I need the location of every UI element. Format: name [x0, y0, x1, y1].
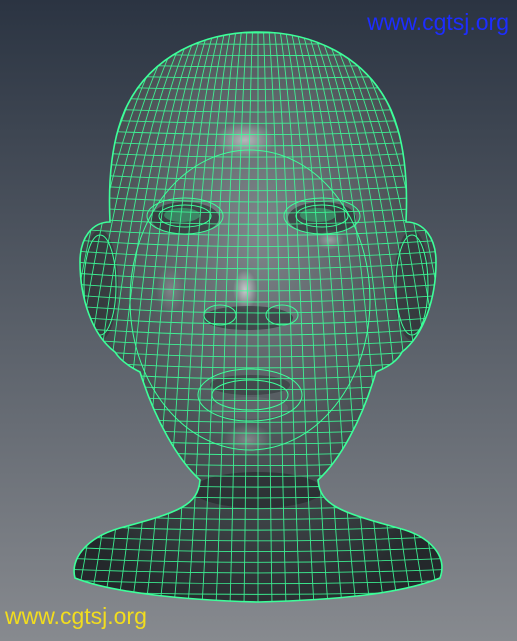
watermark-top-right: www.cgtsj.org	[367, 9, 509, 35]
chin-highlight	[223, 424, 273, 456]
watermark-bottom-left: www.cgtsj.org	[5, 603, 147, 629]
head-model	[73, 31, 443, 603]
right-cheek-highlight	[316, 230, 344, 250]
model-viewport	[73, 31, 443, 603]
left-eye-glow	[164, 208, 200, 222]
